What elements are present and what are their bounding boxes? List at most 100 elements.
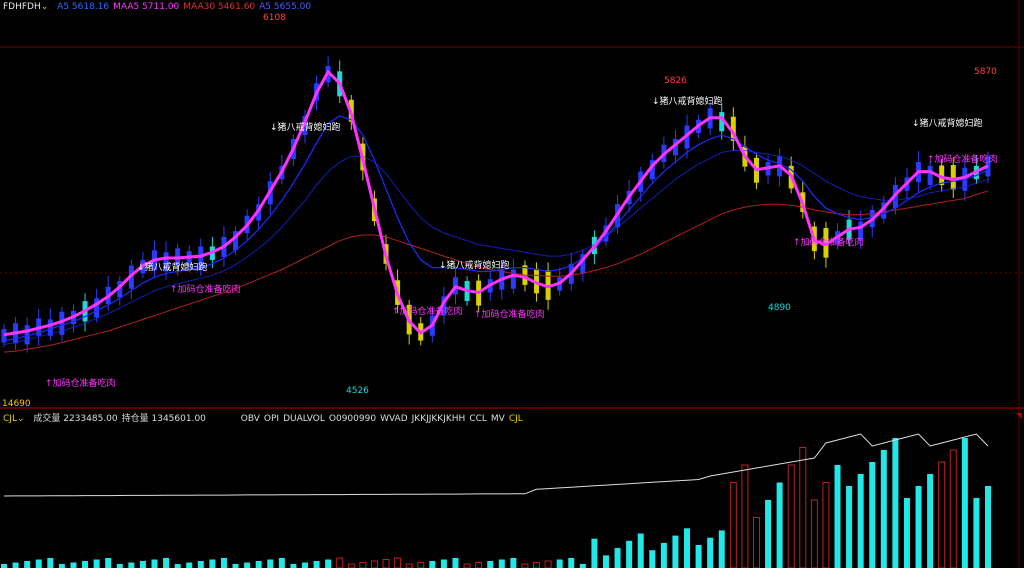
volume-bar <box>602 555 609 568</box>
sell-signal-label: ↓猪八戒背媳妇跑 <box>439 259 510 271</box>
volume-bar <box>209 559 216 568</box>
volume-bar <box>220 558 227 568</box>
buy-signal-label: ↑加码仓准备吃肉 <box>392 305 463 317</box>
volume-bar <box>1 564 7 568</box>
volume-bar <box>290 564 297 568</box>
indicator-tab[interactable]: O0900990 <box>329 414 376 424</box>
volume-bar <box>857 474 864 568</box>
indicator-tab[interactable]: OBV <box>241 414 260 424</box>
buy-signal-label: ↑加码仓准备吃肉 <box>474 308 545 320</box>
volume-bar <box>498 559 505 568</box>
volume-bar <box>440 559 447 568</box>
volume-bar <box>927 474 934 568</box>
buy-signal-label: ↑加码仓准备吃肉 <box>45 377 116 389</box>
volume-bar <box>718 530 725 568</box>
volume-bar <box>151 559 158 568</box>
volume-bar <box>139 561 146 568</box>
volume-bar <box>903 498 910 568</box>
volume-bar <box>163 558 170 568</box>
series-line-maa5 <box>3 69 989 337</box>
indicator-tab[interactable]: WVAD <box>380 414 408 424</box>
volume-bar <box>58 564 65 568</box>
volume-bar <box>544 560 552 568</box>
volume-bar <box>834 465 841 568</box>
buy-signal-label: ↑加码仓准备吃肉 <box>170 283 241 295</box>
volume-bar <box>417 562 425 568</box>
volume-bar <box>776 482 783 568</box>
volume-bar <box>695 545 702 568</box>
volume-bar <box>915 486 922 568</box>
volume-bar <box>232 564 239 568</box>
volume-bar <box>672 535 679 568</box>
indicator-tab[interactable]: CCL <box>469 414 487 424</box>
volume-bar <box>660 542 667 568</box>
volume-bar <box>47 558 54 568</box>
volume-bar <box>487 561 494 568</box>
volume-bar <box>370 560 378 568</box>
volume-bar <box>985 486 991 568</box>
volume-bar <box>869 462 876 568</box>
volume-bar <box>752 517 760 568</box>
candle-body <box>927 165 933 186</box>
sell-signal-label: ↓猪八戒背媳妇跑 <box>652 95 723 107</box>
volume-bar <box>626 540 633 568</box>
high-price-label: 5870 <box>974 67 997 77</box>
indicator-tab[interactable]: DUALVOL <box>283 414 325 424</box>
volume-bar <box>684 528 691 568</box>
volume-bar <box>810 499 818 568</box>
volume-bar <box>116 564 123 568</box>
indicator-tab[interactable]: CJL <box>509 414 523 424</box>
sell-signal-label: ↓猪八戒背媳妇跑 <box>270 121 341 133</box>
volume-bar <box>475 562 483 568</box>
series-line-a5 <box>3 115 989 342</box>
volume-bar <box>267 559 274 568</box>
volume-bar <box>614 548 621 568</box>
indicator-tab[interactable]: OPI <box>264 414 279 424</box>
indicator-tab[interactable]: MV <box>491 414 505 424</box>
volume-bar <box>347 563 355 568</box>
candle-body <box>510 269 516 289</box>
kline-chart: 6108 5826 5870 4526 4890 14690 ↓猪八戒背媳妇跑 ↓猪八戒背媳妇… <box>0 0 1024 568</box>
volume-bar <box>336 557 344 568</box>
volume-bar <box>765 500 772 568</box>
volume-bar <box>510 558 517 568</box>
volume-bar <box>846 486 853 568</box>
volume-bar <box>787 464 795 568</box>
volume-bar <box>93 559 100 568</box>
volume-bar <box>244 562 251 568</box>
volume-bar <box>892 438 899 568</box>
volume-bar <box>822 482 830 568</box>
volume-bar <box>382 559 390 568</box>
volume-bar <box>325 559 332 568</box>
volume-bar <box>255 561 262 568</box>
volume-bar <box>649 550 656 568</box>
sell-signal-label: ↓猪八戒背媳妇跑 <box>912 117 983 129</box>
volume-bar <box>741 464 749 568</box>
low-price-label: 4890 <box>768 303 791 313</box>
volume-bar <box>82 561 89 568</box>
volume-indicator-name[interactable]: CJL <box>3 414 17 424</box>
volume-bar <box>359 562 367 568</box>
volume-bar <box>949 449 957 568</box>
volume-bar <box>405 563 413 568</box>
volume-bar <box>637 533 644 568</box>
volume-bar <box>961 438 968 568</box>
high-price-label: 6108 <box>263 13 286 23</box>
volume-bar <box>729 482 737 568</box>
volume-bar <box>278 558 285 568</box>
volume-bar <box>973 498 980 568</box>
buy-signal-label: ↑加码仓准备吃肉 <box>927 153 998 165</box>
volume-bar <box>174 564 181 568</box>
volume-bar <box>452 558 459 568</box>
chevron-down-icon[interactable]: ⌄ <box>17 414 25 424</box>
low-price-label: 14690 <box>2 399 31 409</box>
volume-bar <box>12 562 19 568</box>
indicator-tab[interactable]: JKKJJKKJKHH <box>412 414 466 424</box>
volume-bar <box>938 461 946 568</box>
volume-panel-header: CJL⌄ 成交量 2233485.00 持仓量 1345601.00 OBV OPI… <box>3 411 531 424</box>
volume-bar <box>24 561 31 568</box>
buy-signal-label: ↑加码仓准备吃肉 <box>793 236 864 248</box>
volume-bar <box>591 538 598 568</box>
low-price-label: 4526 <box>346 386 369 396</box>
volume-bar <box>105 558 112 568</box>
